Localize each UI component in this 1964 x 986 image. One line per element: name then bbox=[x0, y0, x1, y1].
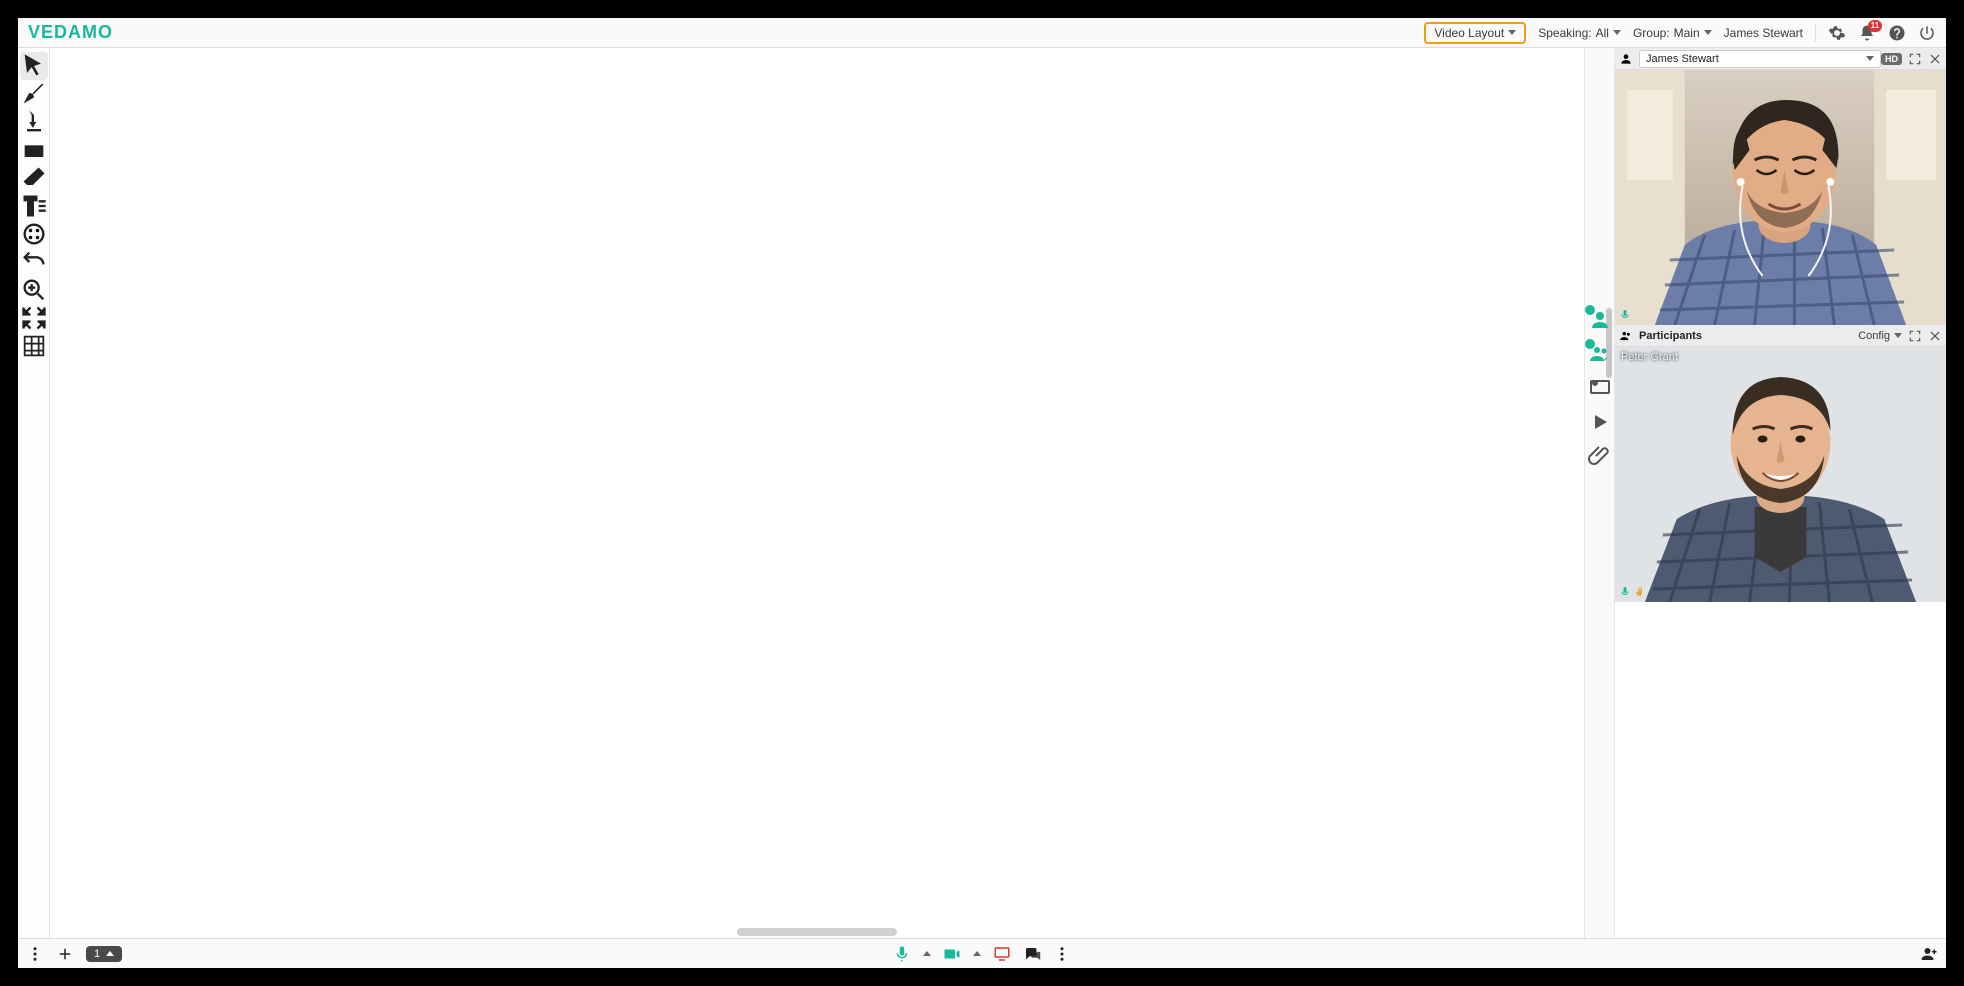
person-icon bbox=[1619, 52, 1633, 66]
text-tool[interactable] bbox=[20, 192, 48, 220]
chevron-down-icon bbox=[1866, 56, 1874, 61]
participants-title: Participants bbox=[1639, 330, 1702, 342]
status-dot-icon bbox=[1585, 305, 1595, 315]
chevron-down-icon bbox=[1894, 333, 1902, 338]
header: VEDAMO Video Layout Speaking: All Group:… bbox=[18, 18, 1946, 48]
chat-group-icon[interactable] bbox=[1588, 342, 1612, 366]
config-label: Config bbox=[1858, 330, 1890, 342]
brush-tool[interactable] bbox=[20, 80, 48, 108]
group-icon bbox=[1619, 329, 1633, 343]
group-value: Main bbox=[1674, 26, 1700, 40]
group-label: Group: bbox=[1633, 26, 1670, 40]
mic-active-icon bbox=[1619, 586, 1631, 598]
camera-icon[interactable] bbox=[943, 945, 961, 963]
self-video-header: James Stewart HD bbox=[1615, 48, 1946, 70]
header-right: Video Layout Speaking: All Group: Main J… bbox=[1424, 22, 1946, 44]
screen-share-icon[interactable] bbox=[993, 945, 1011, 963]
mic-icon[interactable] bbox=[893, 945, 911, 963]
chevron-up-icon[interactable] bbox=[973, 951, 981, 956]
chevron-down-icon bbox=[1704, 30, 1712, 35]
screen-share-side-icon[interactable] bbox=[1588, 376, 1612, 400]
self-name-select[interactable]: James Stewart bbox=[1639, 50, 1881, 68]
bottom-bar: 1 bbox=[18, 938, 1946, 968]
whiteboard-canvas[interactable] bbox=[50, 48, 1584, 938]
participant-name-overlay: Peter Grant bbox=[1621, 351, 1678, 363]
participants-config-dropdown[interactable]: Config bbox=[1858, 330, 1902, 342]
chevron-up-icon[interactable] bbox=[923, 951, 931, 956]
help-icon[interactable] bbox=[1888, 24, 1906, 42]
add-participant-icon[interactable] bbox=[1920, 945, 1938, 963]
hd-badge: HD bbox=[1881, 53, 1902, 65]
play-icon[interactable] bbox=[1588, 410, 1612, 434]
hand-icon bbox=[1634, 586, 1646, 598]
speaking-label: Speaking: bbox=[1538, 26, 1591, 40]
chevron-up-icon bbox=[106, 951, 114, 956]
attachment-icon[interactable] bbox=[1588, 444, 1612, 468]
eraser-tool[interactable] bbox=[20, 164, 48, 192]
shape-tool[interactable] bbox=[20, 136, 48, 164]
undo-tool[interactable] bbox=[20, 248, 48, 276]
chevron-down-icon bbox=[1613, 30, 1621, 35]
chat-icon[interactable] bbox=[1023, 945, 1041, 963]
add-page-icon[interactable] bbox=[56, 945, 74, 963]
close-icon[interactable] bbox=[1928, 329, 1942, 343]
group-dropdown[interactable]: Group: Main bbox=[1633, 26, 1712, 40]
expand-icon[interactable] bbox=[1908, 52, 1922, 66]
notifications-icon[interactable]: 11 bbox=[1858, 24, 1876, 42]
video-layout-dropdown[interactable]: Video Layout bbox=[1424, 22, 1526, 44]
user-name: James Stewart bbox=[1724, 26, 1803, 40]
chat-person-icon[interactable] bbox=[1588, 308, 1612, 332]
grid-tool[interactable] bbox=[20, 332, 48, 360]
settings-icon[interactable] bbox=[1828, 24, 1846, 42]
separator bbox=[1815, 24, 1816, 42]
horizontal-scrollbar[interactable] bbox=[737, 928, 897, 936]
whiteboard-toolbar bbox=[18, 48, 50, 938]
right-panel: James Stewart HD bbox=[1614, 48, 1946, 938]
self-name: James Stewart bbox=[1646, 53, 1719, 65]
color-tool[interactable] bbox=[20, 220, 48, 248]
participants-header: Participants Config bbox=[1615, 325, 1946, 347]
user-menu[interactable]: James Stewart bbox=[1724, 26, 1803, 40]
side-tab-bar bbox=[1584, 48, 1614, 938]
power-icon[interactable] bbox=[1918, 24, 1936, 42]
chevron-down-icon bbox=[1508, 30, 1516, 35]
participant-video-tile[interactable]: Peter Grant bbox=[1615, 347, 1946, 602]
status-dot-icon bbox=[1585, 339, 1595, 349]
self-video-tile[interactable] bbox=[1615, 70, 1946, 325]
mic-active-icon bbox=[1619, 309, 1631, 321]
right-panel-filler bbox=[1615, 602, 1946, 938]
fit-tool[interactable] bbox=[20, 304, 48, 332]
more-vertical-icon[interactable] bbox=[26, 945, 44, 963]
page-number: 1 bbox=[94, 948, 100, 960]
speaking-value: All bbox=[1596, 26, 1609, 40]
video-layout-label: Video Layout bbox=[1434, 26, 1504, 40]
pointer-tool[interactable] bbox=[20, 52, 48, 80]
expand-icon[interactable] bbox=[1908, 329, 1922, 343]
close-icon[interactable] bbox=[1928, 52, 1942, 66]
logo: VEDAMO bbox=[18, 22, 123, 43]
page-indicator[interactable]: 1 bbox=[86, 946, 122, 962]
speaking-dropdown[interactable]: Speaking: All bbox=[1538, 26, 1621, 40]
zoom-tool[interactable] bbox=[20, 276, 48, 304]
pointer-presenter-tool[interactable] bbox=[20, 108, 48, 136]
more-vertical-icon[interactable] bbox=[1053, 945, 1071, 963]
notification-badge: 11 bbox=[1868, 20, 1882, 32]
